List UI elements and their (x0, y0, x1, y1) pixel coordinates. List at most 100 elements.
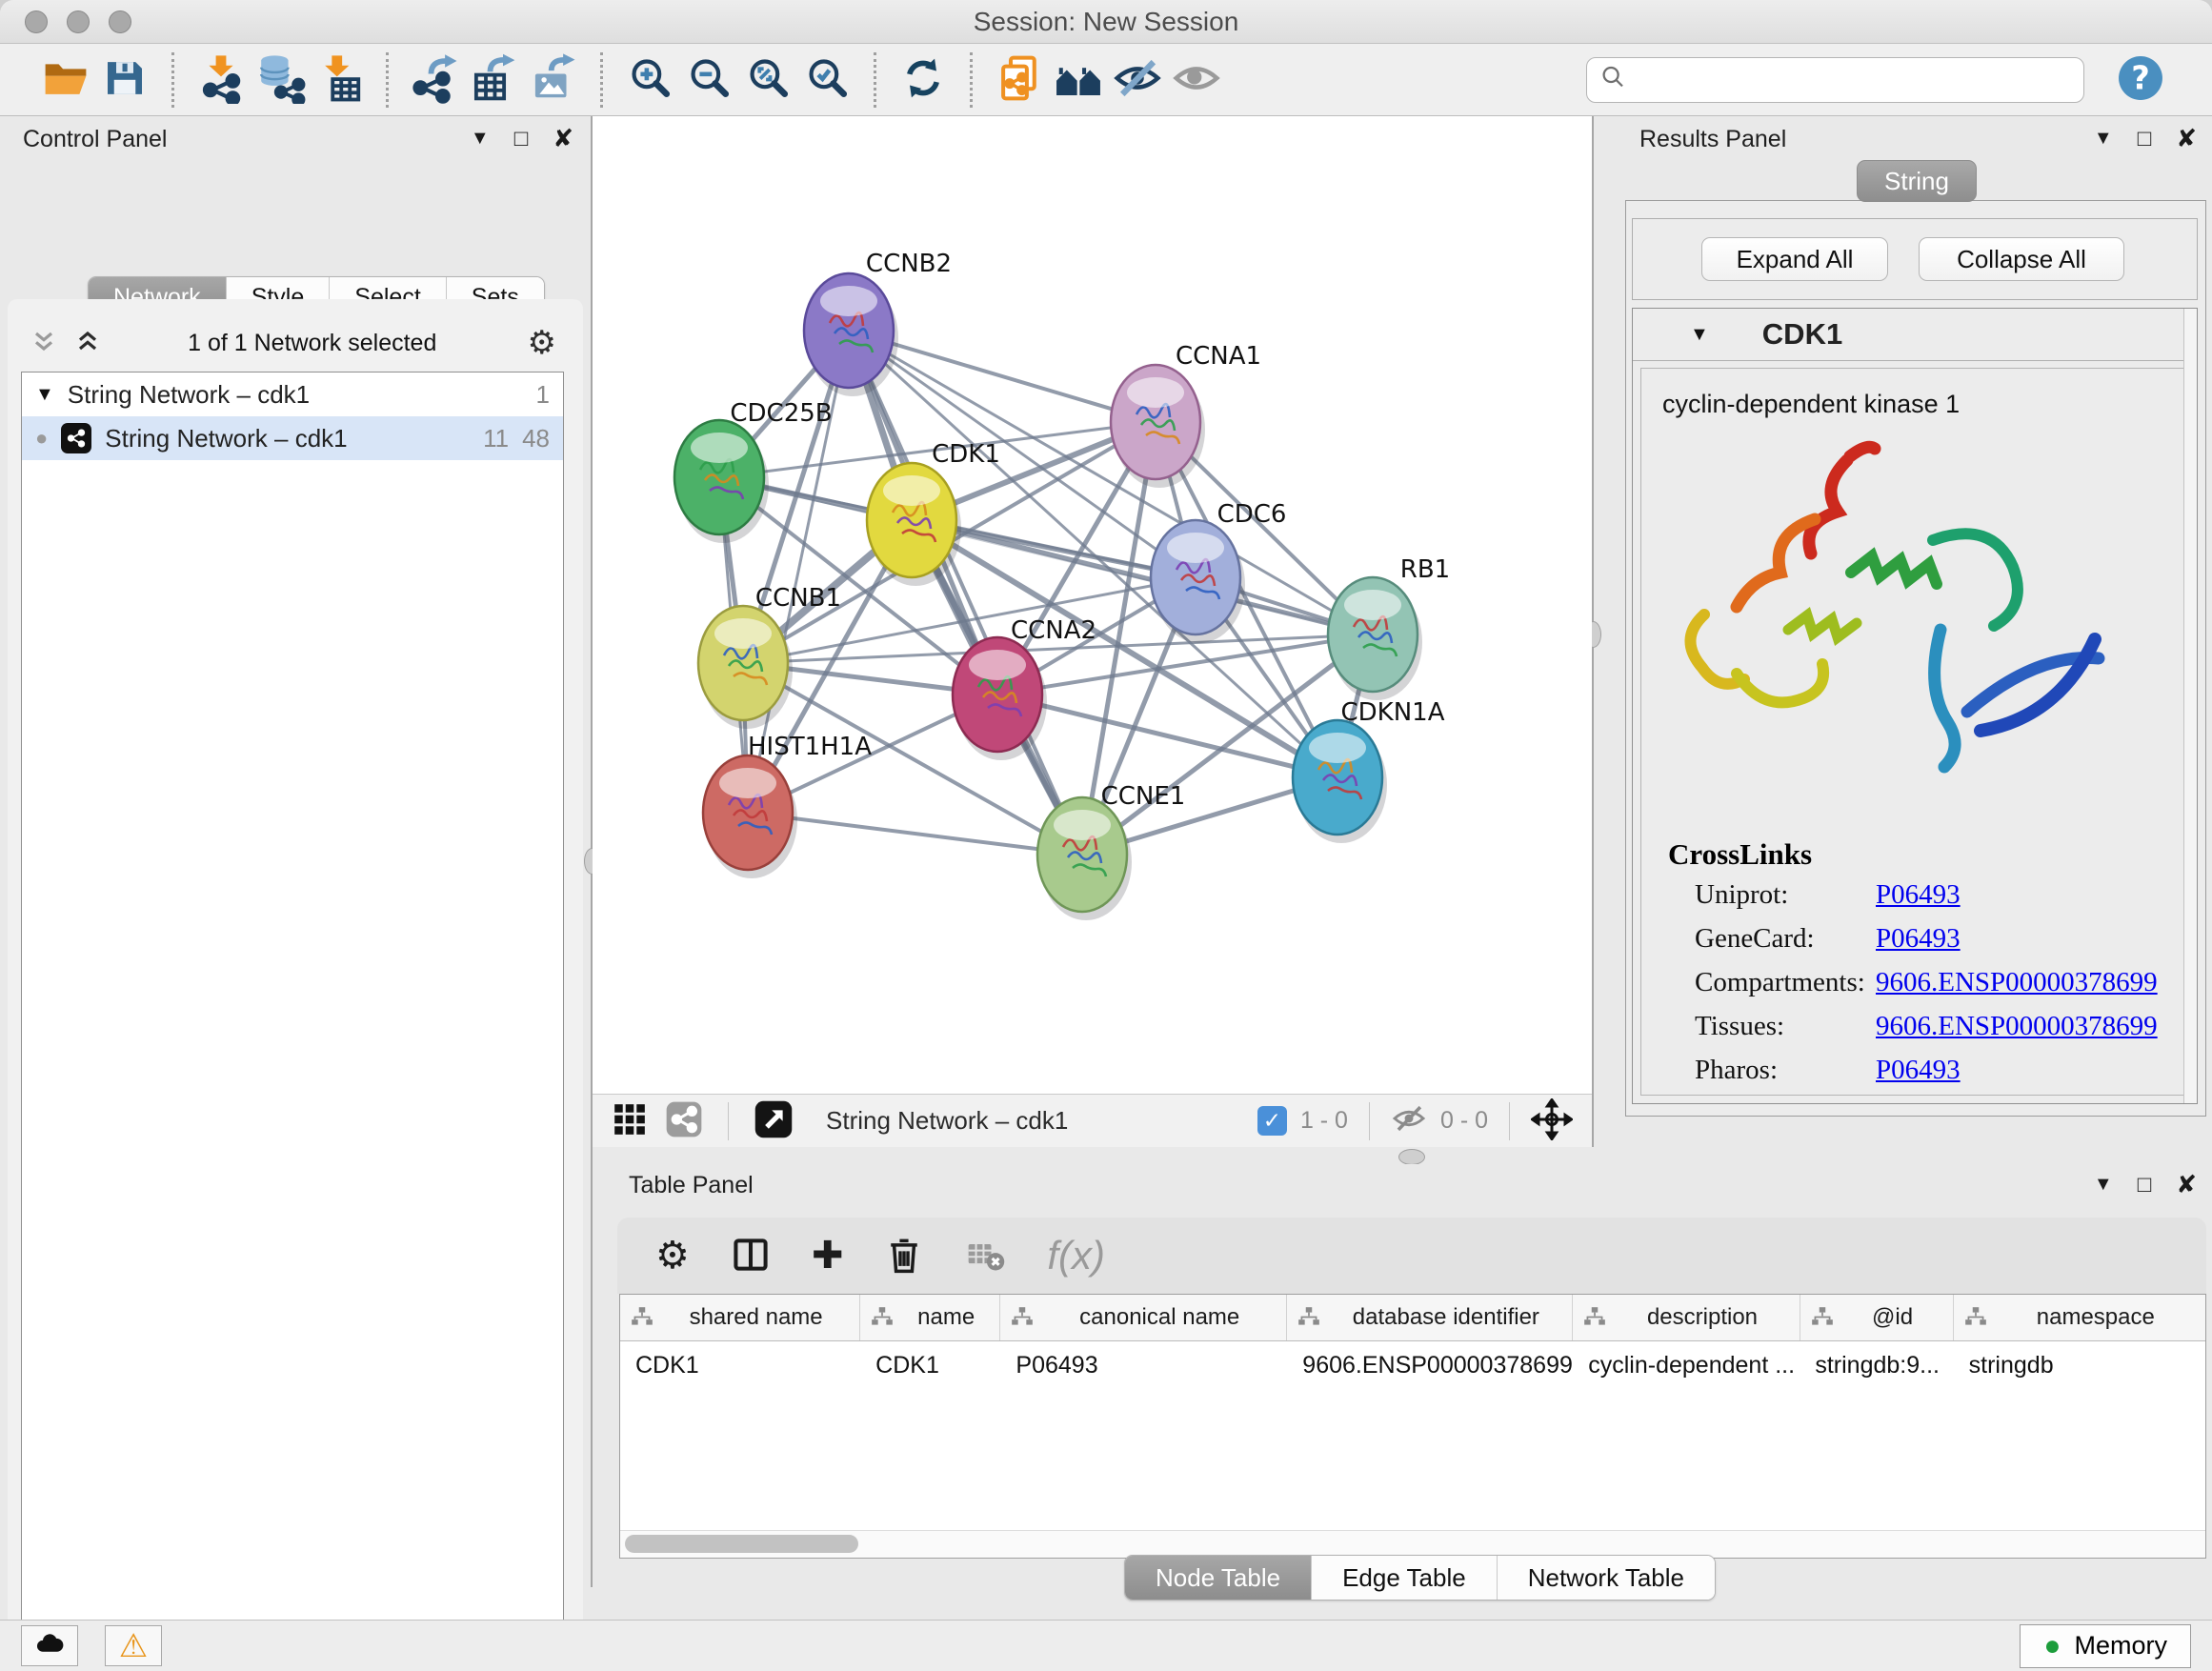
network-collection-row[interactable]: ▼ String Network – cdk1 1 (22, 372, 563, 416)
panel-float-icon[interactable]: □ (2138, 1172, 2152, 1198)
column-header[interactable]: namespace (1954, 1295, 2205, 1340)
zoom-selected-button[interactable] (797, 50, 856, 110)
import-network-file-button[interactable] (191, 50, 251, 110)
crosslink-link[interactable]: P06493 (1876, 923, 1961, 967)
houses-button[interactable] (1049, 50, 1108, 110)
cloud-button[interactable] (21, 1625, 78, 1666)
cell-canonical-name[interactable]: P06493 (1000, 1352, 1287, 1379)
warning-button[interactable]: ⚠ (105, 1625, 162, 1666)
column-header[interactable]: @id (1800, 1295, 1954, 1340)
help-icon: ? (2115, 52, 2166, 107)
gene-description: cyclin-dependent kinase 1 (1662, 390, 1960, 419)
table-row[interactable]: CDK1 CDK1 P06493 9606.ENSP00000378699 cy… (620, 1341, 2205, 1389)
zoom-in-button[interactable] (620, 50, 679, 110)
zoom-out-button[interactable] (679, 50, 738, 110)
crosslink-link[interactable]: P06493 (1876, 879, 1961, 923)
crosslinks-heading: CrossLinks (1668, 837, 1812, 872)
import-table-button[interactable] (310, 50, 369, 110)
collapse-all-icon[interactable] (72, 326, 103, 361)
export-network-button[interactable] (406, 50, 465, 110)
panel-menu-icon[interactable]: ▼ (2094, 128, 2113, 150)
svg-text:CCNB1: CCNB1 (755, 584, 841, 613)
panel-close-icon[interactable]: ✘ (2176, 124, 2197, 153)
svg-text:RB1: RB1 (1400, 555, 1450, 584)
tab-string[interactable]: String (1857, 160, 1977, 202)
show-selected-button[interactable] (1167, 50, 1226, 110)
panel-menu-icon[interactable]: ▼ (471, 128, 490, 150)
svg-text:CDC25B: CDC25B (730, 399, 832, 428)
cell-name[interactable]: CDK1 (860, 1352, 1000, 1379)
splitter-handle[interactable] (1398, 1149, 1425, 1165)
crosslink-row: GeneCard: P06493 (1695, 923, 2171, 967)
import-network-database-button[interactable] (251, 50, 310, 110)
crosslink-link[interactable]: P06493 (1876, 1055, 1961, 1098)
svg-text:CDK1: CDK1 (932, 440, 1000, 469)
crosslink-link[interactable]: 9606.ENSP00000378699 (1876, 967, 2158, 1011)
panel-close-icon[interactable]: ✘ (2176, 1170, 2197, 1199)
status-bar: ⚠ ● Memory (0, 1620, 2212, 1671)
selected-checkbox-icon[interactable]: ✓ (1257, 1106, 1287, 1136)
crosshair-icon (1531, 1098, 1573, 1143)
cell-id[interactable]: stringdb:9... (1800, 1352, 1953, 1379)
tab-network-table[interactable]: Network Table (1497, 1556, 1715, 1600)
refresh-button[interactable] (894, 50, 953, 110)
function-builder-button[interactable]: f(x) (1047, 1233, 1105, 1278)
network-canvas[interactable]: CCNB2CCNA1CDC25BCDK1CDC6RB1CCNB1CCNA2CDK… (593, 116, 1592, 1094)
gene-card-header[interactable]: ▼ CDK1 (1633, 309, 2197, 361)
delete-column-button[interactable] (883, 1234, 925, 1278)
collection-label: String Network – cdk1 (68, 380, 523, 410)
column-header[interactable]: database identifier (1287, 1295, 1573, 1340)
network-label: String Network – cdk1 (105, 424, 470, 453)
expand-all-button[interactable]: Expand All (1701, 237, 1888, 281)
collapse-all-button[interactable]: Collapse All (1919, 237, 2124, 281)
vertical-scrollbar[interactable] (2183, 309, 2197, 1103)
expand-all-icon[interactable] (29, 326, 59, 361)
add-column-button[interactable]: ✚ (812, 1237, 844, 1275)
column-header[interactable]: shared name (620, 1295, 860, 1340)
export-table-button[interactable] (465, 50, 524, 110)
results-panel: Results Panel ▼ □ ✘ String Expand All Co… (1592, 116, 2212, 1153)
delete-table-button[interactable] (965, 1234, 1007, 1278)
cell-database-identifier[interactable]: 9606.ENSP00000378699 (1287, 1352, 1573, 1379)
cell-description[interactable]: cyclin-dependent ... (1573, 1352, 1800, 1379)
svg-text:CDKN1A: CDKN1A (1340, 698, 1444, 727)
expand-collapse-box: Expand All Collapse All (1632, 218, 2198, 300)
show-columns-button[interactable] (730, 1234, 772, 1278)
export-image-button[interactable] (524, 50, 583, 110)
crosslink-link[interactable]: 9606.ENSP00000378699 (1876, 1011, 2158, 1055)
help-button[interactable]: ? (2111, 50, 2170, 110)
column-header[interactable]: name (860, 1295, 1000, 1340)
tab-node-table[interactable]: Node Table (1125, 1556, 1311, 1600)
network-row[interactable]: ● String Network – cdk1 11 48 (22, 416, 563, 460)
hide-selected-button[interactable] (1108, 50, 1167, 110)
collapse-triangle-icon[interactable]: ▼ (1690, 324, 1709, 346)
tab-edge-table[interactable]: Edge Table (1311, 1556, 1497, 1600)
grid-view-button[interactable] (612, 1101, 648, 1140)
panel-float-icon[interactable]: □ (2138, 126, 2152, 152)
clone-network-button[interactable] (990, 50, 1049, 110)
panel-float-icon[interactable]: □ (514, 126, 529, 152)
crosslink-label: Pharos: (1695, 1055, 1876, 1098)
column-header[interactable]: canonical name (1000, 1295, 1287, 1340)
memory-button[interactable]: ● Memory (2020, 1624, 2191, 1668)
panel-close-icon[interactable]: ✘ (553, 124, 573, 153)
birds-eye-view-button[interactable] (754, 1099, 794, 1142)
cell-namespace[interactable]: stringdb (1954, 1352, 2205, 1379)
search-input[interactable] (1627, 66, 2072, 94)
table-options-gear-icon[interactable]: ⚙ (655, 1237, 690, 1275)
horizontal-splitter[interactable] (593, 1147, 2212, 1164)
cell-shared-name[interactable]: CDK1 (620, 1352, 860, 1379)
node-attribute-icon (1010, 1305, 1035, 1330)
horizontal-scrollbar[interactable] (620, 1530, 2205, 1558)
column-header[interactable]: description (1573, 1295, 1800, 1340)
pan-mode-button[interactable] (1531, 1098, 1573, 1143)
zoom-fit-button[interactable] (738, 50, 797, 110)
collapse-triangle-icon[interactable]: ▼ (35, 384, 54, 406)
network-options-gear-icon[interactable]: ⚙ (522, 326, 562, 360)
scrollbar-thumb[interactable] (625, 1535, 858, 1553)
panel-menu-icon[interactable]: ▼ (2094, 1174, 2113, 1196)
open-session-button[interactable] (36, 50, 95, 110)
save-session-button[interactable] (95, 50, 154, 110)
network-view-mode-button[interactable] (665, 1100, 703, 1141)
eye-slash-icon (1112, 52, 1163, 107)
